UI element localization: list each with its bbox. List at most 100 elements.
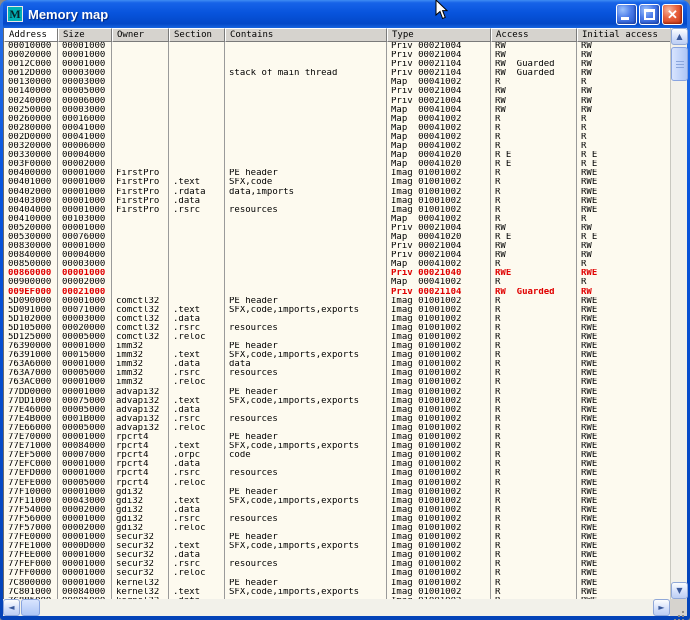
scroll-up-button[interactable]: ▲ — [671, 28, 688, 45]
table-row[interactable]: 77DD000000001000advapi32PE headerImag 01… — [4, 388, 670, 397]
table-row[interactable]: 0083000000001000Priv 00021004RWRW — [4, 242, 670, 251]
table-row[interactable]: 7639100000015000imm32.textSFX,code,impor… — [4, 351, 670, 360]
table-row[interactable]: 763A700000005000imm32.rsrcresourcesImag … — [4, 369, 670, 378]
table-row[interactable]: 77F5700000002000gdi32.relocImag 01001002… — [4, 524, 670, 533]
table-row[interactable]: 77FEF00000001000secur32.rsrcresourcesIma… — [4, 560, 670, 569]
table-row[interactable]: 77EF500000007000rpcrt4.orpccodeImag 0100… — [4, 451, 670, 460]
table-row[interactable]: 0002000000001000Priv 00021004RWRW — [4, 51, 670, 60]
table-row[interactable]: 77FEE00000001000secur32.dataImag 0100100… — [4, 551, 670, 560]
table-row[interactable]: 77E7100000084000rpcrt4.textSFX,code,impo… — [4, 442, 670, 451]
table-row[interactable]: 0013000000003000Map 00041002RR — [4, 78, 670, 87]
cell-access: R E — [491, 151, 577, 160]
title-bar[interactable]: M Memory map ✕ — [3, 0, 687, 28]
table-row[interactable]: 0041000000103000Map 00041002RR — [4, 215, 670, 224]
table-row[interactable]: 0084000000004000Priv 00021004RWRW — [4, 251, 670, 260]
column-header-type[interactable]: Type — [387, 28, 491, 42]
table-row[interactable]: 7639000000001000imm32PE headerImag 01001… — [4, 342, 670, 351]
table-row[interactable]: 0026000000016000Map 00041002RR — [4, 115, 670, 124]
horizontal-scrollbar[interactable]: ◄ ► — [3, 599, 687, 616]
table-row[interactable]: 77E6600000005000advapi32.relocImag 01001… — [4, 424, 670, 433]
table-row[interactable]: 5D09100000071000comctl32.textSFX,code,im… — [4, 306, 670, 315]
table-row[interactable]: 0012C00000001000Priv 00021104RW GuardedR… — [4, 60, 670, 69]
table-row[interactable]: 0012D00000003000stack of main threadPriv… — [4, 69, 670, 78]
table-row[interactable]: 5D10500000020000comctl32.rsrcresourcesIm… — [4, 324, 670, 333]
table-row[interactable]: 0024000000006000Priv 00021004RWRW — [4, 97, 670, 106]
table-row[interactable]: 77FE10000000D000secur32.textSFX,code,imp… — [4, 542, 670, 551]
table-row[interactable]: 77EFC00000001000rpcrt4.dataImag 01001002… — [4, 460, 670, 469]
table-row[interactable]: 0028000000041000Map 00041002RR — [4, 124, 670, 133]
table-row[interactable]: 0014000000005000Priv 00021004RWRW — [4, 87, 670, 96]
column-header-initial[interactable]: Initial access — [577, 28, 670, 42]
table-row[interactable]: 0040400000001000FirstPro.rsrcresourcesIm… — [4, 206, 670, 215]
column-header-section[interactable]: Section — [169, 28, 225, 42]
cell-access: R — [491, 306, 577, 315]
table-row[interactable]: 77FF000000001000secur32.relocImag 010010… — [4, 569, 670, 578]
column-header-access[interactable]: Access — [491, 28, 577, 42]
table-row[interactable]: 0040300000001000FirstPro.dataImag 010010… — [4, 197, 670, 206]
table-row[interactable]: 5D09000000001000comctl32PE headerImag 01… — [4, 297, 670, 306]
cell-size: 00001000 — [58, 579, 112, 588]
table-row[interactable]: 0032000000006000Map 00041002RR — [4, 142, 670, 151]
horizontal-scroll-track[interactable] — [20, 599, 653, 616]
table-row[interactable]: 0033000000004000Map 00041020R ER E — [4, 151, 670, 160]
cell-contains — [225, 524, 387, 533]
minimize-button[interactable] — [616, 4, 637, 25]
table-row[interactable]: 77F5600000001000gdi32.rsrcresourcesImag … — [4, 515, 670, 524]
vertical-scroll-track[interactable] — [671, 45, 687, 582]
table-row[interactable]: 0085000000003000Map 00041002RR — [4, 260, 670, 269]
table-row[interactable]: 77F1100000043000gdi32.textSFX,code,impor… — [4, 497, 670, 506]
table-row[interactable]: 77DD100000075000advapi32.textSFX,code,im… — [4, 397, 670, 406]
cell-size: 00001000 — [58, 488, 112, 497]
table-row[interactable]: 0025000000003000Map 00041004RWRW — [4, 106, 670, 115]
cell-address: 00260000 — [4, 115, 58, 124]
table-row[interactable]: 5D12500000005000comctl32.relocImag 01001… — [4, 333, 670, 342]
table-row[interactable]: 77E4B0000001B000advapi32.rsrcresourcesIm… — [4, 415, 670, 424]
vertical-scroll-thumb[interactable] — [671, 47, 688, 81]
table-row[interactable]: 0040000000001000FirstProPE headerImag 01… — [4, 169, 670, 178]
table-row[interactable]: 009EF00000021000Priv 00021104RW GuardedR… — [4, 288, 670, 297]
table-row[interactable]: 77FE000000001000secur32PE headerImag 010… — [4, 533, 670, 542]
cell-size: 00103000 — [58, 215, 112, 224]
table-row[interactable]: 763A600000001000imm32.datadataImag 01001… — [4, 360, 670, 369]
table-row[interactable]: 0086000000001000Priv 00021040RWERWE — [4, 269, 670, 278]
column-header-size[interactable]: Size — [58, 28, 112, 42]
table-row[interactable]: 7C80000000001000kernel32PE headerImag 01… — [4, 579, 670, 588]
vertical-scrollbar[interactable]: ▲ ▼ — [670, 28, 687, 599]
cell-address: 00850000 — [4, 260, 58, 269]
table-row[interactable]: 5D10200000003000comctl32.dataImag 010010… — [4, 315, 670, 324]
table-row[interactable]: 0040100000001000FirstPro.textSFX,codeIma… — [4, 178, 670, 187]
cell-access: RW Guarded — [491, 69, 577, 78]
table-row[interactable]: 003F000000002000Map 00041020R ER E — [4, 160, 670, 169]
table-row[interactable]: 77F1000000001000gdi32PE headerImag 01001… — [4, 488, 670, 497]
table-row[interactable]: 7C80100000084000kernel32.textSFX,code,im… — [4, 588, 670, 597]
table-row[interactable]: 77EFD00000001000rpcrt4.rsrcresourcesImag… — [4, 469, 670, 478]
cell-size: 00001000 — [58, 378, 112, 387]
table-row[interactable]: 0001000000001000Priv 00021004RWRW — [4, 42, 670, 51]
cell-contains: SFX,code,imports,exports — [225, 588, 387, 597]
table-row[interactable]: 77F5400000002000gdi32.dataImag 01001002R… — [4, 506, 670, 515]
table-row[interactable]: 002D000000041000Map 00041002RR — [4, 133, 670, 142]
maximize-button[interactable] — [639, 4, 660, 25]
cell-owner — [112, 151, 169, 160]
column-header-owner[interactable]: Owner — [112, 28, 169, 42]
close-button[interactable]: ✕ — [662, 4, 683, 25]
table-row[interactable]: 0053000000076000Map 00041020R ER E — [4, 233, 670, 242]
table-row[interactable]: 763AC00000001000imm32.relocImag 01001002… — [4, 378, 670, 387]
scroll-left-button[interactable]: ◄ — [3, 599, 20, 616]
table-row[interactable]: 0090000000002000Map 00041002RR — [4, 278, 670, 287]
cell-section: .text — [169, 442, 225, 451]
horizontal-scroll-thumb[interactable] — [21, 599, 40, 616]
column-header-contains[interactable]: Contains — [225, 28, 387, 42]
table-row[interactable]: 77EFE00000005000rpcrt4.relocImag 0100100… — [4, 479, 670, 488]
scroll-right-button[interactable]: ► — [653, 599, 670, 616]
table-row[interactable]: 77E4600000005000advapi32.dataImag 010010… — [4, 406, 670, 415]
cell-size: 00015000 — [58, 351, 112, 360]
table-row[interactable]: 0040200000001000FirstPro.rdatadata,impor… — [4, 188, 670, 197]
column-header-address[interactable]: Address — [4, 28, 58, 42]
cell-contains: PE header — [225, 297, 387, 306]
resize-grip[interactable] — [670, 599, 687, 616]
table-row[interactable]: 0052000000001000Priv 00021004RWRW — [4, 224, 670, 233]
cell-contains — [225, 115, 387, 124]
table-row[interactable]: 77E7000000001000rpcrt4PE headerImag 0100… — [4, 433, 670, 442]
scroll-down-button[interactable]: ▼ — [671, 582, 688, 599]
